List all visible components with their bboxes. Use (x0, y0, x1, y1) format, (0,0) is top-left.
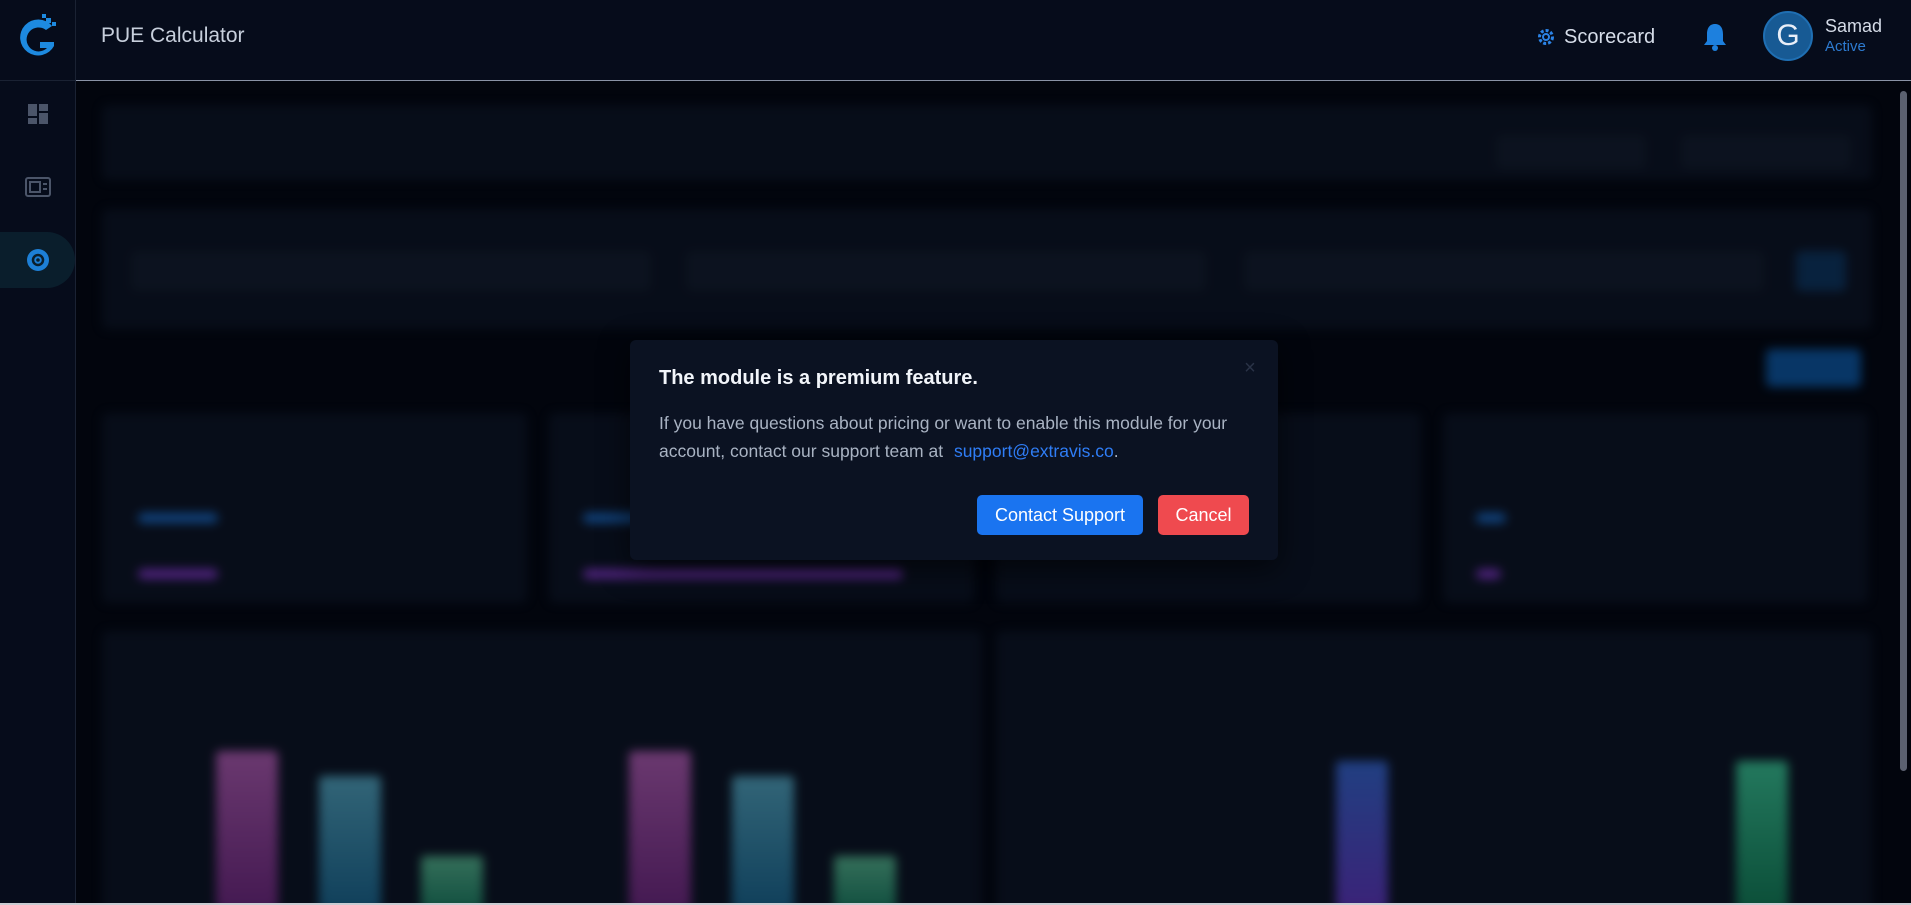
user-name: Samad (1825, 16, 1883, 36)
calculate-button-blurred (1766, 349, 1861, 387)
top-header: PUE Calculator Scorecard G Samad Active (76, 0, 1911, 81)
dialog-body-text: If you have questions about pricing or w… (659, 413, 1228, 461)
scorecard-link[interactable]: Scorecard (1536, 22, 1655, 52)
filter-select-1 (1496, 135, 1646, 169)
contact-support-button[interactable]: Contact Support (977, 495, 1143, 535)
blur-bar (1336, 761, 1388, 905)
blur-progress (138, 513, 218, 523)
input-field-1 (131, 251, 651, 291)
notifications-button[interactable] (1700, 20, 1730, 54)
user-status: Active (1825, 38, 1866, 55)
blur-bar (216, 751, 278, 905)
sidebar-item-dashboard[interactable] (0, 86, 75, 142)
blur-bar (421, 856, 483, 905)
sidebar-item-pue-calculator[interactable] (0, 232, 75, 288)
page-scrollbar[interactable] (1896, 81, 1911, 905)
filter-select-2 (1681, 135, 1851, 169)
input-field-3 (1244, 251, 1764, 291)
blur-bar (319, 776, 381, 905)
blur-bar (732, 776, 794, 905)
blur-bar (629, 751, 691, 905)
avatar[interactable]: G (1763, 11, 1813, 61)
gear-icon (1538, 29, 1554, 45)
sidebar-item-reports[interactable] (0, 159, 75, 215)
close-icon[interactable]: × (1240, 358, 1260, 378)
blur-progress (138, 569, 218, 579)
blur-progress (1476, 569, 1501, 579)
dialog-body: If you have questions about pricing or w… (659, 409, 1259, 465)
cancel-button[interactable]: Cancel (1158, 495, 1249, 535)
dashboard-icon (27, 104, 48, 124)
pue-calculator-icon (26, 249, 49, 271)
scorecard-label: Scorecard (1564, 25, 1656, 48)
page-title: PUE Calculator (101, 24, 245, 47)
blur-progress (1476, 513, 1506, 523)
add-button-blurred (1796, 251, 1846, 291)
metric-card-4 (1443, 413, 1868, 603)
blur-bar (1736, 761, 1788, 905)
dialog-title: The module is a premium feature. (659, 367, 978, 389)
support-email-link[interactable]: support@extravis.co (954, 441, 1114, 461)
blur-progress (583, 569, 903, 579)
sidebar (0, 0, 76, 905)
scrollbar-thumb[interactable] (1900, 91, 1907, 771)
input-field-2 (686, 251, 1206, 291)
blur-bar (834, 856, 896, 905)
bell-icon (1704, 24, 1726, 51)
reports-icon (24, 177, 51, 197)
premium-feature-dialog: × The module is a premium feature. If yo… (630, 340, 1278, 560)
dialog-body-suffix: . (1113, 441, 1119, 461)
app-logo[interactable] (0, 0, 75, 81)
logo-icon (19, 14, 56, 56)
